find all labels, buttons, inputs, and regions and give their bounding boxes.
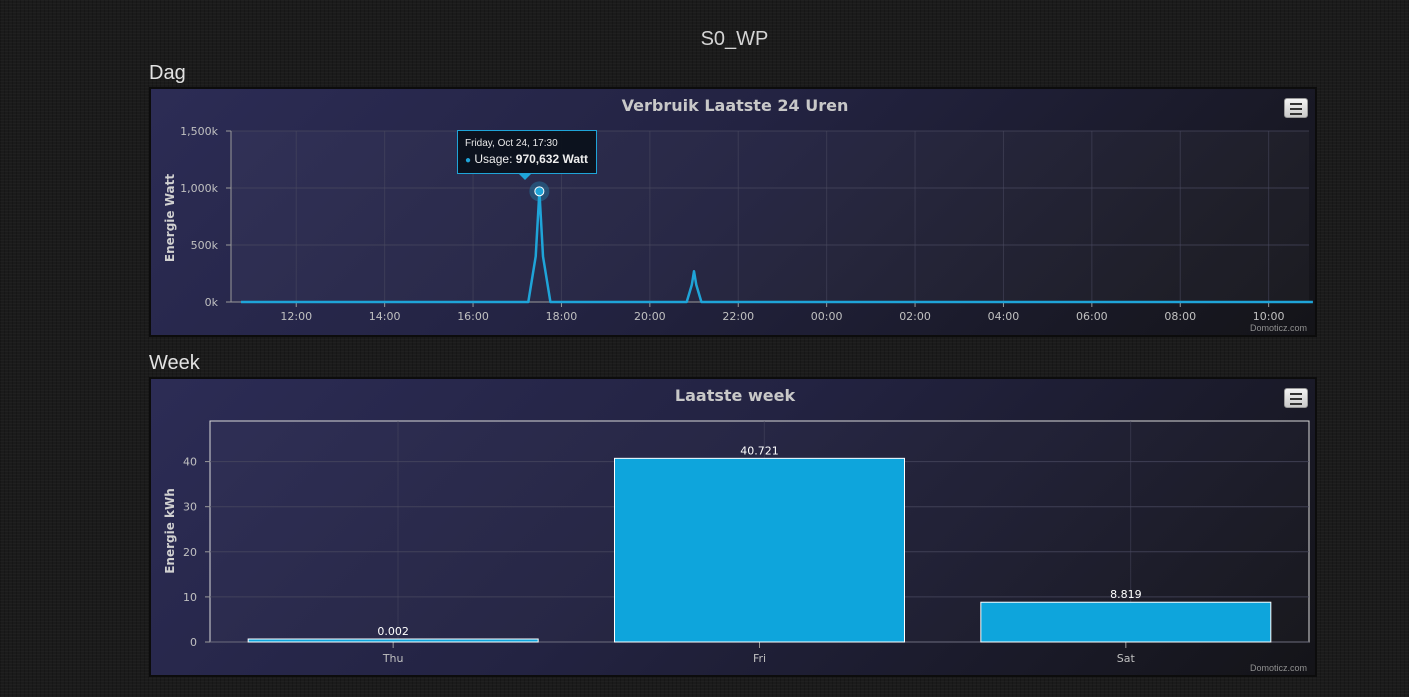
day-x-tick-label: 06:00 [1076, 310, 1108, 323]
day-x-tick-label: 14:00 [369, 310, 401, 323]
day-x-tick-label: 02:00 [899, 310, 931, 323]
day-y-tick-label: 1,500k [180, 125, 218, 138]
day-chart: Verbruik Laatste 24 Uren Energie Watt 12… [149, 87, 1317, 337]
day-plot-area [231, 131, 1309, 302]
day-x-tick-label: 12:00 [280, 310, 312, 323]
day-chart-svg: Verbruik Laatste 24 Uren Energie Watt 12… [163, 96, 1313, 323]
week-bar-value-label: 0.002 [377, 625, 409, 638]
section-heading-week: Week [149, 352, 200, 374]
week-chart-credits[interactable]: Domoticz.com [1250, 663, 1307, 673]
tooltip-row: ● Usage: 970,632 Watt [465, 152, 596, 166]
day-y-tick-label: 0k [205, 296, 219, 309]
day-chart-y-axis-label: Energie Watt [163, 174, 177, 262]
tooltip-series-dot-icon: ● [465, 155, 472, 166]
week-y-tick-label: 10 [183, 591, 197, 604]
day-y-tick-label: 500k [191, 239, 219, 252]
section-heading-dag: Dag [149, 62, 186, 84]
week-y-tick-label: 40 [183, 456, 197, 469]
week-chart-y-axis-label: Energie kWh [163, 488, 177, 574]
day-y-tick-label: 1,000k [180, 182, 218, 195]
week-bar-fri [614, 457, 905, 643]
week-bar-sat [980, 601, 1272, 643]
day-hover-point [534, 186, 545, 197]
tooltip-pointer [519, 174, 531, 180]
day-chart-menu-button[interactable] [1284, 98, 1308, 118]
day-x-tick-label: 08:00 [1164, 310, 1196, 323]
week-x-tick-label: Fri [753, 652, 766, 665]
week-bar-thu [247, 638, 539, 643]
week-y-tick-label: 20 [183, 546, 197, 559]
day-x-tick-label: 04:00 [988, 310, 1020, 323]
tooltip-value: 970,632 Watt [515, 152, 589, 166]
day-chart-credits[interactable]: Domoticz.com [1250, 323, 1307, 333]
week-x-tick-label: Thu [382, 652, 404, 665]
week-chart-menu-button[interactable] [1284, 388, 1308, 408]
tooltip-series-label: Usage: [474, 152, 513, 166]
day-x-tick-label: 20:00 [634, 310, 666, 323]
day-chart-tooltip: Friday, Oct 24, 17:30 ● Usage: 970,632 W… [457, 130, 597, 174]
day-x-tick-label: 16:00 [457, 310, 489, 323]
week-bar-value-label: 40.721 [740, 444, 779, 457]
week-y-tick-label: 0 [190, 636, 197, 649]
week-chart-svg: Laatste week Energie kWh 0 10 20 30 40 Thu Fri… [163, 386, 1310, 665]
page-title: S0_WP [700, 28, 769, 50]
tooltip-header: Friday, Oct 24, 17:30 [465, 138, 558, 149]
day-x-tick-label: 00:00 [811, 310, 843, 323]
week-y-tick-label: 30 [183, 501, 197, 514]
day-x-tick-label: 18:00 [546, 310, 578, 323]
week-bar-value-label: 8.819 [1110, 588, 1142, 601]
week-x-tick-label: Sat [1117, 652, 1136, 665]
week-chart-title: Laatste week [675, 386, 796, 405]
day-chart-title: Verbruik Laatste 24 Uren [622, 96, 849, 115]
day-x-tick-label: 10:00 [1253, 310, 1285, 323]
day-x-tick-label: 22:00 [722, 310, 754, 323]
week-chart: Laatste week Energie kWh 0 10 20 30 40 Thu Fri… [149, 377, 1317, 677]
